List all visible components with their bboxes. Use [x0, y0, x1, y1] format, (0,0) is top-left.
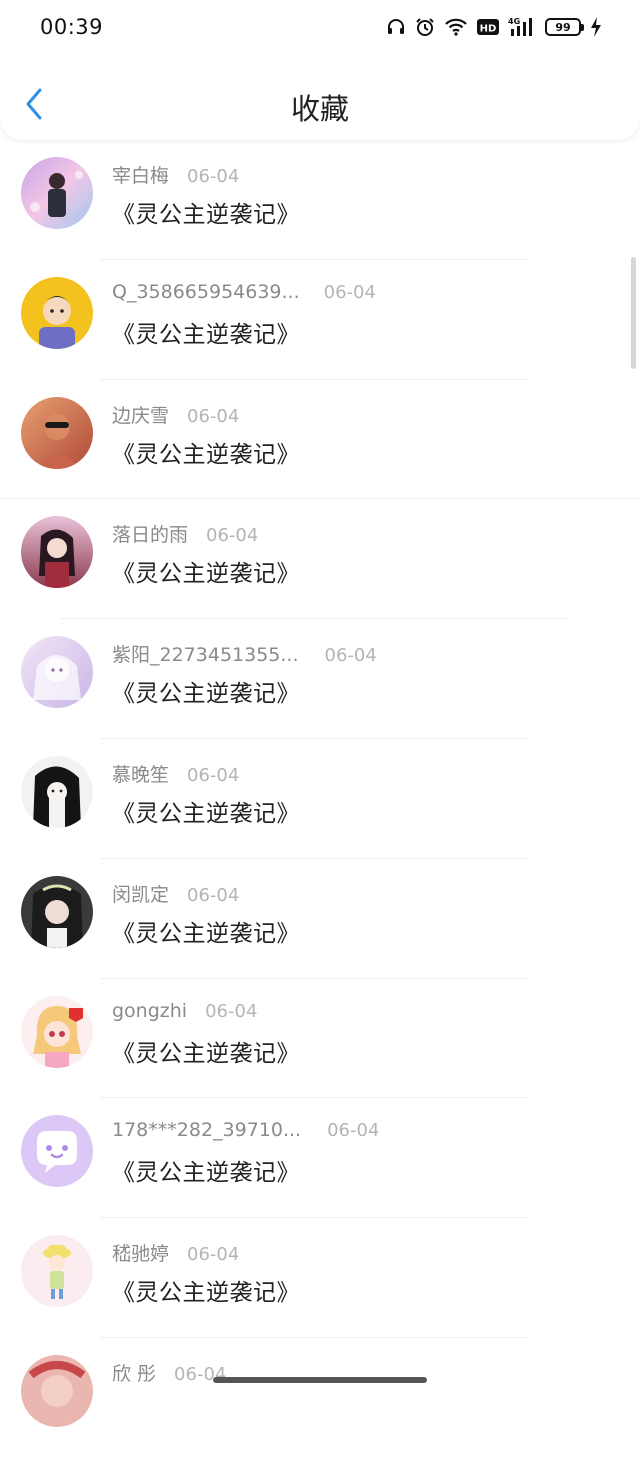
list-item[interactable]: 落日的雨 06-04 《灵公主逆袭记》 — [0, 499, 640, 620]
item-meta: 边庆雪 06-04 — [112, 401, 239, 428]
item-meta: 嵇驰婷 06-04 — [112, 1239, 239, 1266]
list-item[interactable]: 紫阳_2273451355... 06-04 《灵公主逆袭记》 — [0, 619, 640, 739]
scrollbar[interactable] — [631, 257, 636, 369]
favorite-date: 06-04 — [205, 1000, 258, 1022]
book-title[interactable]: 《灵公主逆袭记》 — [112, 794, 300, 828]
username[interactable]: 紫阳_2273451355... — [112, 640, 299, 667]
avatar[interactable] — [21, 875, 93, 948]
avatar[interactable] — [21, 516, 93, 589]
svg-text:4G: 4G — [508, 17, 520, 26]
item-meta: 宰白梅 06-04 — [112, 161, 239, 188]
favorite-date: 06-04 — [206, 525, 259, 547]
list-item[interactable]: 闵凯定 06-04 《灵公主逆袭记》 — [0, 859, 640, 979]
charging-icon — [590, 17, 602, 37]
username[interactable]: 欣 彤 — [112, 1359, 156, 1386]
item-meta: 紫阳_2273451355... 06-04 — [112, 640, 377, 667]
list-item[interactable]: 边庆雪 06-04 《灵公主逆袭记》 — [0, 380, 640, 500]
svg-text:HD: HD — [480, 24, 497, 35]
username[interactable]: 边庆雪 — [112, 401, 169, 428]
favorite-date: 06-04 — [187, 405, 240, 427]
avatar[interactable] — [21, 157, 93, 229]
username[interactable]: gongzhi — [112, 1000, 187, 1022]
item-meta: 慕晚笙 06-04 — [112, 760, 239, 787]
list-item[interactable]: gongzhi 06-04 《灵公主逆袭记》 — [0, 979, 640, 1099]
book-title[interactable]: 《灵公主逆袭记》 — [112, 914, 300, 948]
wifi-icon — [444, 17, 468, 37]
item-meta: gongzhi 06-04 — [112, 1000, 257, 1022]
home-indicator[interactable] — [213, 1377, 427, 1383]
username[interactable]: 嵇驰婷 — [112, 1239, 169, 1266]
item-meta: Q_358665954639... 06-04 — [112, 281, 376, 303]
alarm-icon — [415, 17, 435, 37]
list-item[interactable]: 慕晚笙 06-04 《灵公主逆袭记》 — [0, 739, 640, 859]
username[interactable]: 闵凯定 — [112, 880, 169, 907]
favorite-date: 06-04 — [323, 281, 376, 303]
battery-indicator: 99 — [545, 18, 584, 36]
avatar[interactable] — [21, 276, 93, 349]
book-title[interactable]: 《灵公主逆袭记》 — [112, 1034, 300, 1068]
headphones-icon — [386, 17, 406, 37]
username[interactable]: 落日的雨 — [112, 520, 188, 547]
favorite-date: 06-04 — [187, 884, 240, 906]
username[interactable]: 慕晚笙 — [112, 760, 169, 787]
signal-icon: 4G — [508, 16, 536, 38]
item-meta: 欣 彤 06-04 — [112, 1359, 226, 1386]
favorites-list: 宰白梅 06-04 《灵公主逆袭记》 Q_358665954639... 06-… — [0, 140, 640, 1458]
book-title[interactable]: 《灵公主逆袭记》 — [112, 435, 300, 469]
favorite-date: 06-04 — [327, 1120, 380, 1142]
avatar[interactable] — [21, 1235, 93, 1308]
item-meta: 闵凯定 06-04 — [112, 880, 239, 907]
list-item[interactable]: 178***282_39710... 06-04 《灵公主逆袭记》 — [0, 1098, 640, 1219]
book-title[interactable]: 《灵公主逆袭记》 — [112, 554, 300, 588]
navigation-header: 收藏 — [0, 56, 640, 140]
avatar[interactable] — [21, 396, 93, 469]
status-icons: HD 4G 99 — [386, 16, 602, 38]
username[interactable]: 宰白梅 — [112, 161, 169, 188]
avatar[interactable] — [21, 995, 93, 1068]
username[interactable]: 178***282_39710... — [112, 1119, 301, 1141]
favorite-date: 06-04 — [324, 645, 377, 667]
page-title: 收藏 — [290, 92, 349, 126]
book-title[interactable]: 《灵公主逆袭记》 — [112, 674, 300, 708]
list-item[interactable]: Q_358665954639... 06-04 《灵公主逆袭记》 — [0, 260, 640, 380]
list-item[interactable]: 宰白梅 06-04 《灵公主逆袭记》 — [0, 140, 640, 260]
avatar[interactable] — [21, 1115, 93, 1188]
item-meta: 落日的雨 06-04 — [112, 520, 258, 547]
status-time: 00:39 — [40, 15, 104, 39]
book-title[interactable]: 《灵公主逆袭记》 — [112, 315, 300, 349]
avatar[interactable] — [21, 1354, 93, 1427]
battery-level: 99 — [555, 20, 571, 34]
list-item[interactable]: 嵇驰婷 06-04 《灵公主逆袭记》 — [0, 1218, 640, 1338]
book-title[interactable]: 《灵公主逆袭记》 — [112, 195, 300, 229]
favorite-date: 06-04 — [187, 764, 240, 786]
book-title[interactable]: 《灵公主逆袭记》 — [112, 1273, 300, 1307]
avatar[interactable] — [21, 636, 93, 709]
favorite-date: 06-04 — [187, 166, 240, 187]
favorite-date: 06-04 — [187, 1244, 240, 1266]
item-meta: 178***282_39710... 06-04 — [112, 1119, 379, 1141]
username[interactable]: Q_358665954639... — [112, 281, 300, 303]
status-bar: 00:39 HD 4G 99 — [0, 0, 640, 56]
hd-icon: HD — [477, 18, 499, 36]
book-title[interactable]: 《灵公主逆袭记》 — [112, 1153, 300, 1187]
list-item[interactable]: 欣 彤 06-04 — [0, 1338, 640, 1458]
avatar[interactable] — [21, 755, 93, 828]
